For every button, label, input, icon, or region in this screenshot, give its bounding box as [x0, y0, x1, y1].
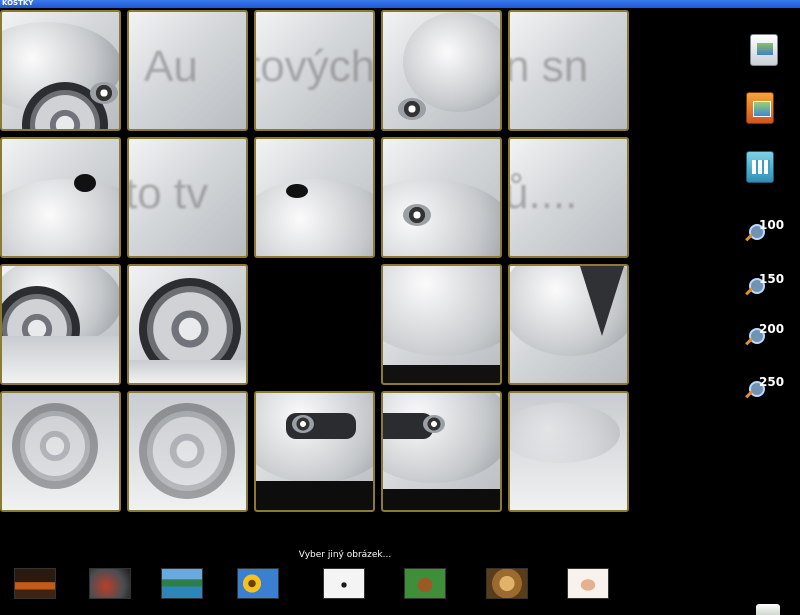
thumbnail-beagle-puppy[interactable] — [404, 568, 446, 599]
image-grid-icon[interactable] — [746, 151, 774, 183]
puzzle-board: Au tových n sn to tv ů.... — [0, 8, 636, 520]
choose-image-caption: Vyber jiný obrázek... — [298, 550, 392, 560]
thumbnail-lion[interactable] — [486, 568, 528, 599]
puzzle-tile[interactable]: tových — [254, 10, 375, 131]
thumbnail-woman[interactable] — [567, 568, 609, 599]
watermark-text: tových — [254, 42, 375, 91]
watermark-text: to tv — [127, 169, 209, 218]
zoom-100-button[interactable]: 100 — [745, 218, 787, 244]
thumbnail-lake-landscape[interactable] — [161, 568, 203, 599]
puzzle-tile[interactable] — [381, 264, 502, 385]
puzzle-tile[interactable] — [508, 264, 629, 385]
puzzle-tile[interactable] — [0, 264, 121, 385]
corner-icon[interactable] — [756, 604, 780, 615]
puzzle-tile[interactable] — [0, 137, 121, 258]
watermark-text: n sn — [508, 42, 589, 91]
window-title: KOSTKY — [2, 0, 34, 7]
puzzle-tile[interactable] — [0, 391, 121, 512]
thumbnail-motorbike[interactable] — [89, 568, 131, 599]
watermark-text: ů.... — [508, 169, 578, 218]
puzzle-tile[interactable] — [254, 391, 375, 512]
watermark-text: Au — [144, 42, 198, 91]
puzzle-tile[interactable] — [127, 264, 248, 385]
thumbnail-dalmatians[interactable] — [323, 568, 365, 599]
puzzle-tile[interactable] — [254, 137, 375, 258]
puzzle-tile[interactable] — [381, 10, 502, 131]
puzzle-tile[interactable]: Au — [127, 10, 248, 131]
empty-slot — [254, 264, 375, 385]
zoom-150-button[interactable]: 150 — [745, 272, 787, 298]
puzzle-tile[interactable]: n sn — [508, 10, 629, 131]
zoom-250-button[interactable]: 250 — [745, 375, 787, 401]
puzzle-tile[interactable]: ů.... — [508, 137, 629, 258]
image-load-icon[interactable] — [750, 34, 778, 66]
zoom-200-button[interactable]: 200 — [745, 322, 787, 348]
puzzle-tile[interactable] — [0, 10, 121, 131]
puzzle-tile[interactable] — [381, 391, 502, 512]
puzzle-tile[interactable] — [127, 391, 248, 512]
image-folder-icon[interactable] — [746, 92, 774, 124]
thumbnail-sports-car[interactable] — [14, 568, 56, 599]
puzzle-tile[interactable] — [508, 391, 629, 512]
window-titlebar: KOSTKY — [0, 0, 800, 8]
thumbnail-sunflowers[interactable] — [237, 568, 279, 599]
puzzle-tile[interactable] — [381, 137, 502, 258]
puzzle-tile[interactable]: to tv — [127, 137, 248, 258]
